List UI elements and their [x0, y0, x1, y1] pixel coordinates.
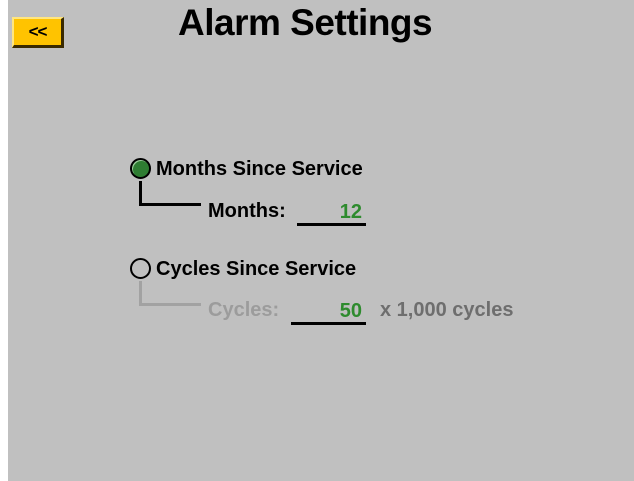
cycles-units-label: x 1,000 cycles — [380, 299, 514, 321]
alarm-settings-screen: << Alarm Settings Months Since Service M… — [8, 0, 634, 481]
page-title: Alarm Settings — [178, 2, 433, 43]
cycles-since-service-label[interactable]: Cycles Since Service — [156, 258, 356, 281]
months-connector-line — [139, 181, 201, 206]
cycles-field-label: Cycles: — [208, 299, 280, 321]
cycles-value-field[interactable]: 50 — [291, 298, 366, 325]
back-button[interactable]: << — [12, 17, 64, 48]
months-value-field[interactable]: 12 — [297, 199, 366, 226]
cycles-connector-line — [139, 281, 201, 306]
months-radio-button[interactable] — [130, 158, 151, 179]
months-since-service-label[interactable]: Months Since Service — [156, 158, 363, 181]
cycles-radio-button[interactable] — [130, 258, 151, 279]
months-field-label: Months: — [208, 200, 286, 222]
